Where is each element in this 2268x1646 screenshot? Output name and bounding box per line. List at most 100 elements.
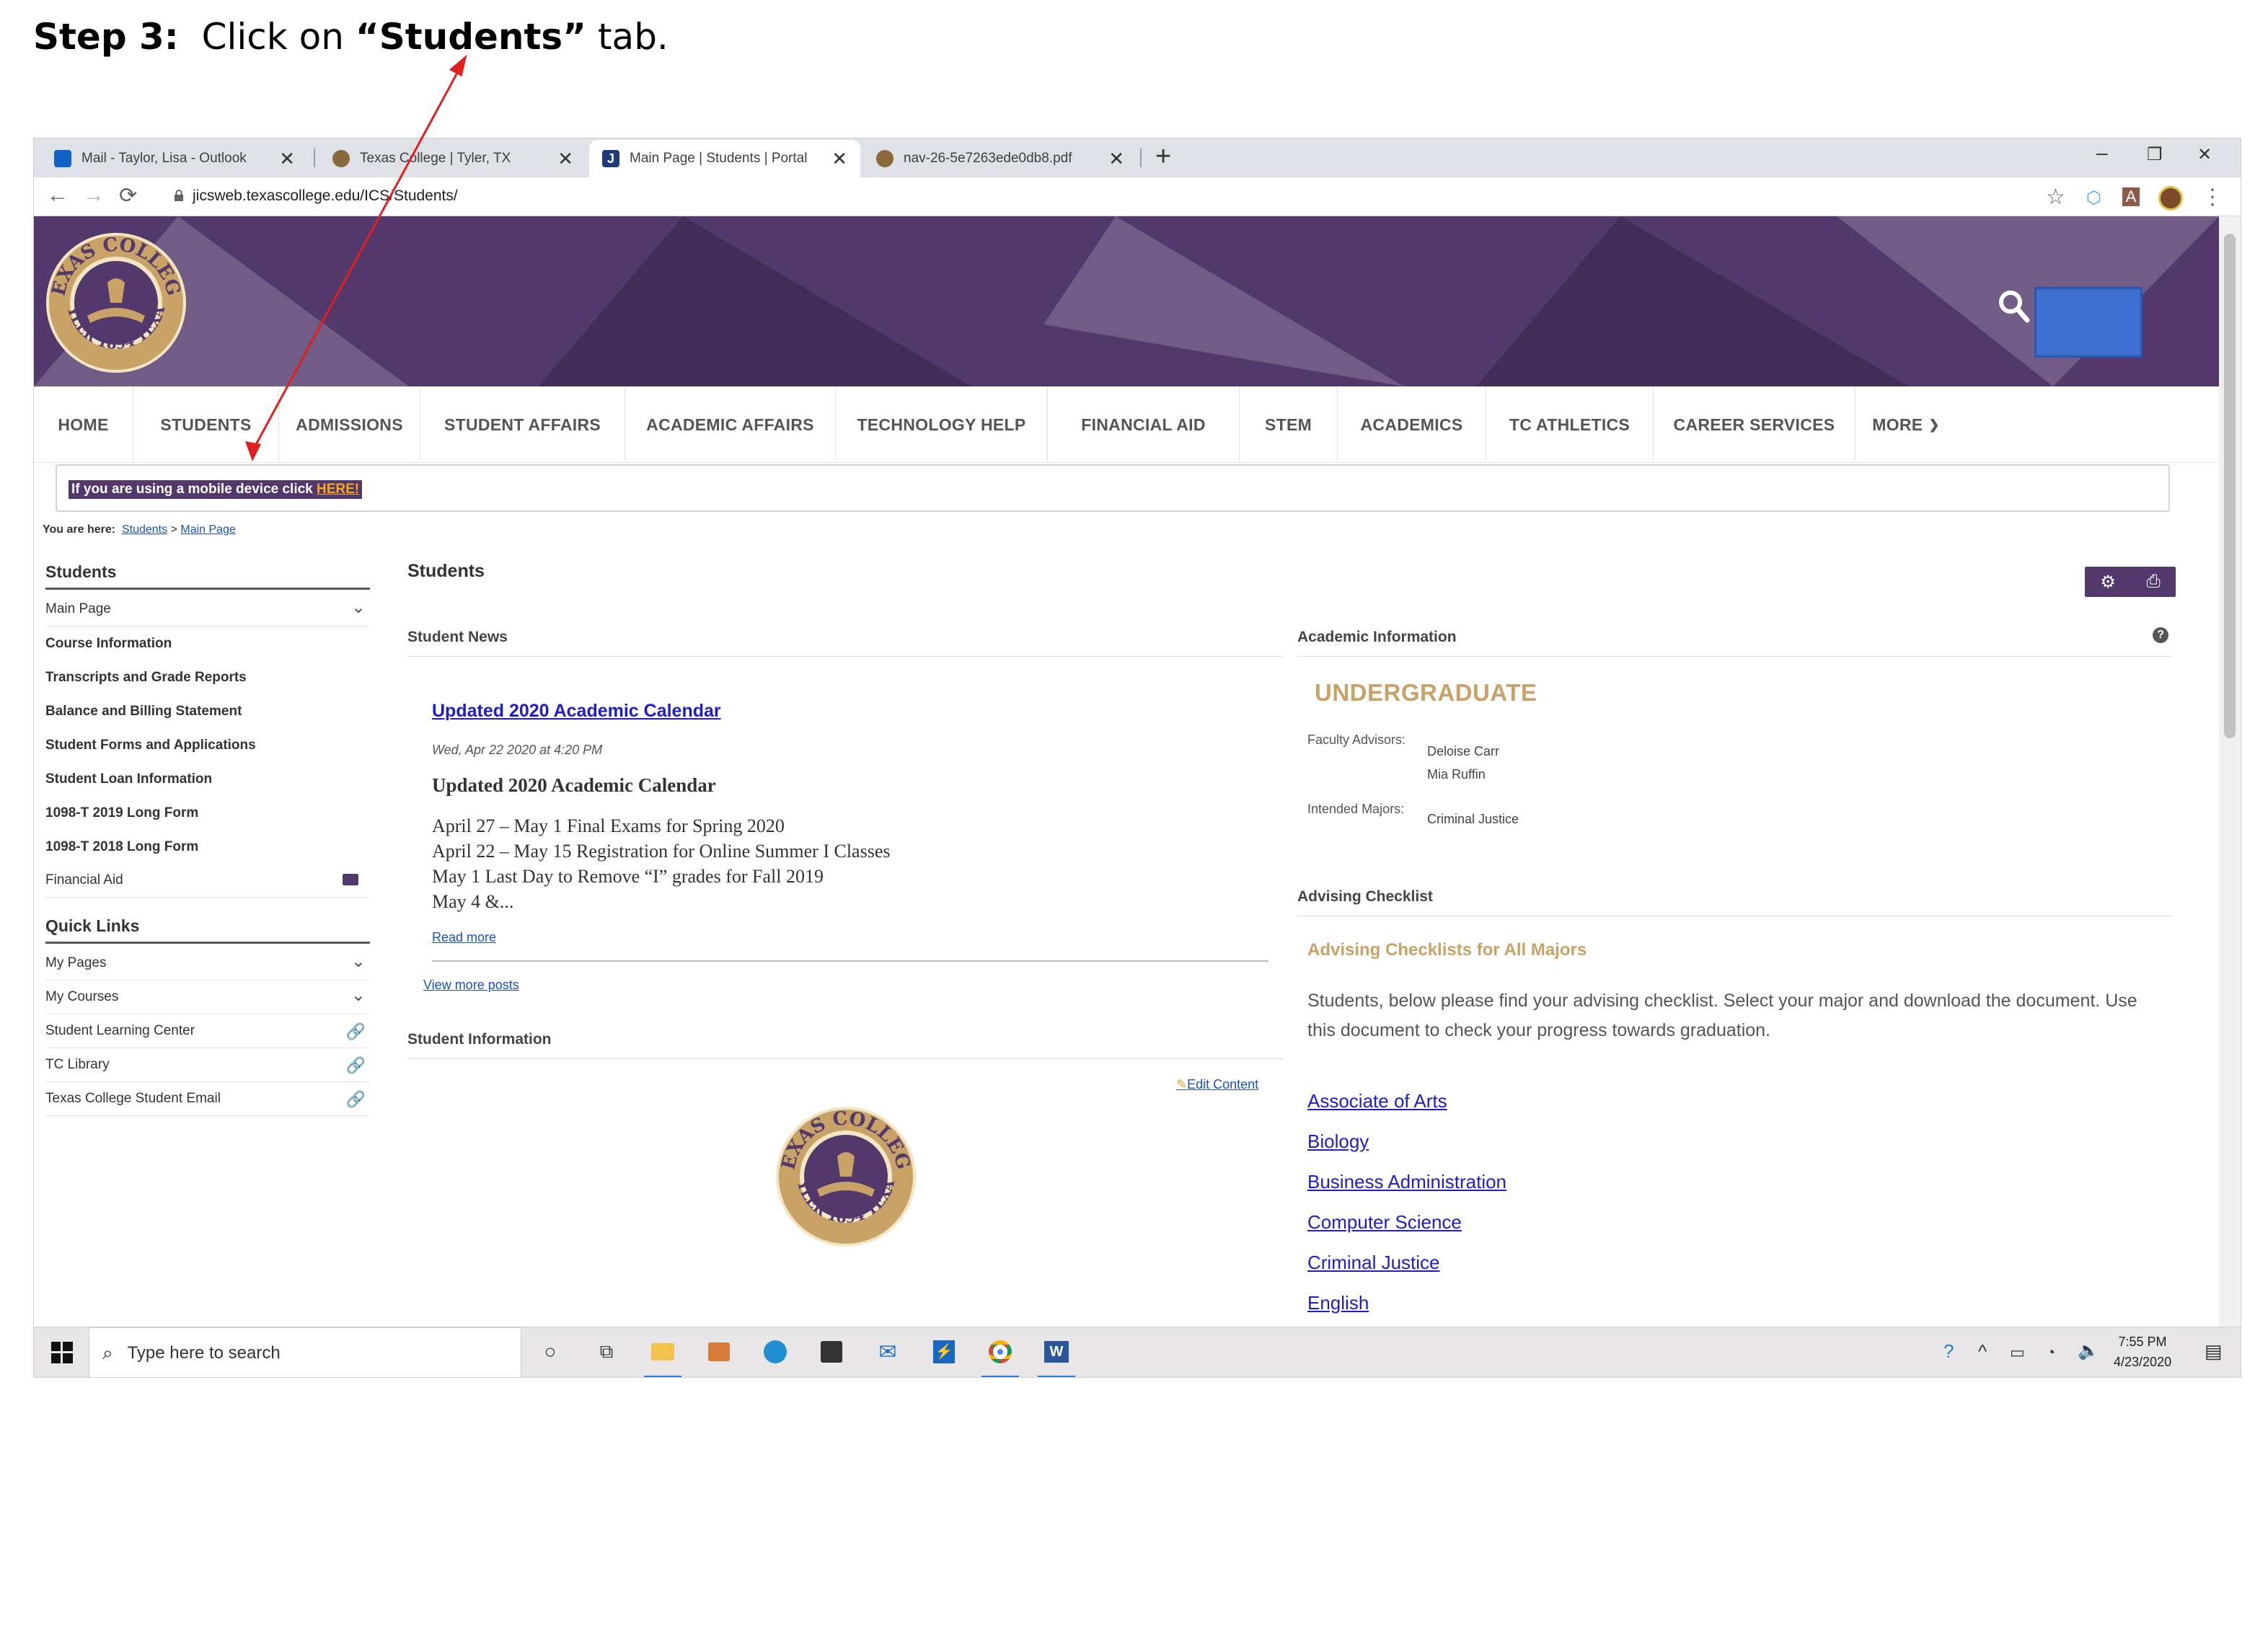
media-player-icon[interactable] (705, 1337, 733, 1366)
powershell-icon[interactable]: ⚡ (930, 1337, 958, 1366)
cortana-icon[interactable]: ○ (536, 1337, 565, 1366)
help-icon[interactable]: ? (2153, 627, 2168, 643)
nav-students[interactable]: STUDENTS (133, 386, 279, 463)
chevron-up-icon[interactable]: ^ (1978, 1340, 1987, 1363)
quick-link-learning-center[interactable]: Student Learning Center 🔗 (45, 1014, 370, 1048)
academic-information-header: Academic Information (1297, 629, 2171, 657)
sidebar-item-1098t-2018[interactable]: 1098-T 2018 Long Form (45, 830, 370, 864)
close-icon[interactable]: ✕ (1108, 148, 1124, 170)
major-link-english[interactable]: English (1307, 1292, 1369, 1314)
nav-more[interactable]: MORE ❯ (1856, 386, 1956, 463)
close-window-button[interactable]: ✕ (2197, 144, 2212, 165)
mobile-here-link[interactable]: HERE! (317, 482, 359, 497)
task-view-icon[interactable]: ⧉ (592, 1337, 621, 1366)
reload-icon[interactable]: ⟳ (119, 183, 137, 208)
view-more-posts-link[interactable]: View more posts (423, 978, 519, 993)
sidebar-item-financial-aid[interactable]: Financial Aid (45, 864, 370, 898)
restore-button[interactable]: ❐ (2147, 144, 2163, 165)
chevron-down-icon[interactable]: ⌄ (351, 951, 366, 972)
taskbar-clock[interactable]: 7:55 PM 4/23/2020 (2114, 1332, 2171, 1372)
nav-admissions[interactable]: ADMISSIONS (279, 386, 420, 463)
notifications-icon[interactable]: ▤ (2205, 1340, 2223, 1363)
nav-academics[interactable]: ACADEMICS (1338, 386, 1486, 463)
faculty-advisors-label: Faculty Advisors: (1307, 733, 1406, 747)
instruction-post: tab. (597, 16, 669, 58)
lock-icon (175, 190, 183, 201)
extension-icon[interactable]: ⬡ (2086, 187, 2101, 208)
sidebar-item-balance-billing[interactable]: Balance and Billing Statement (45, 694, 370, 728)
breadcrumb-main-page[interactable]: Main Page (180, 523, 236, 536)
browser-tab-main-page[interactable]: J Main Page | Students | Portal ✕ (589, 140, 860, 177)
nav-technology-help[interactable]: TECHNOLOGY HELP (836, 386, 1048, 463)
chrome-icon[interactable] (986, 1337, 1015, 1366)
nav-tc-athletics[interactable]: TC ATHLETICS (1486, 386, 1654, 463)
sidebar-item-course-information[interactable]: Course Information (45, 627, 370, 660)
file-explorer-icon[interactable] (648, 1337, 677, 1366)
back-arrow-icon[interactable]: ← (47, 183, 69, 208)
nav-home[interactable]: HOME (34, 386, 133, 463)
major-link-associate-of-arts[interactable]: Associate of Arts (1307, 1090, 1447, 1112)
windows-start-icon[interactable] (51, 1342, 73, 1363)
breadcrumb-separator: > (170, 523, 177, 536)
browser-tab-outlook[interactable]: Mail - Taylor, Lisa - Outlook ✕ (41, 140, 308, 177)
chevron-down-icon[interactable]: ⌄ (351, 597, 366, 618)
close-icon[interactable]: ✕ (279, 148, 295, 170)
page-scrollbar[interactable] (2219, 216, 2241, 1327)
pdf-extension-icon[interactable]: A (2122, 187, 2140, 206)
battery-icon[interactable]: ▭ (2010, 1343, 2025, 1362)
close-icon[interactable]: ✕ (831, 148, 847, 170)
wifi-icon[interactable]: ◔ (2046, 1343, 2055, 1362)
tab-strip: Mail - Taylor, Lisa - Outlook ✕ Texas Co… (34, 138, 2241, 177)
star-icon[interactable]: ☆ (2046, 185, 2065, 210)
major-link-biology[interactable]: Biology (1307, 1130, 1369, 1153)
sidebar-item-transcripts[interactable]: Transcripts and Grade Reports (45, 660, 370, 694)
word-icon[interactable]: W (1042, 1337, 1071, 1366)
mobile-notice-text: If you are using a mobile device click (71, 482, 317, 497)
quick-link-my-courses[interactable]: My Courses ⌄ (45, 981, 370, 1014)
nav-academic-affairs[interactable]: ACADEMIC AFFAIRS (625, 386, 836, 463)
major-link-business-administration[interactable]: Business Administration (1307, 1171, 1506, 1193)
sidebar-item-1098t-2019[interactable]: 1098-T 2019 Long Form (45, 796, 370, 830)
search-icon[interactable] (1998, 290, 2030, 323)
texas-college-seal-logo[interactable]: TEXAS COLLEGE TYLER 1894 TEXAS (44, 231, 188, 375)
menu-dots-icon[interactable]: ⋮ (2202, 185, 2223, 210)
store-icon[interactable] (817, 1337, 846, 1366)
url-field[interactable]: jicsweb.texascollege.edu/ICS/Students/ (193, 187, 458, 205)
edit-content-link[interactable]: ✎Edit Content (1176, 1077, 1258, 1092)
search-input[interactable] (2034, 287, 2143, 358)
browser-window: Mail - Taylor, Lisa - Outlook ✕ Texas Co… (33, 138, 2241, 1378)
quick-link-tc-library[interactable]: TC Library 🔗 (45, 1048, 370, 1082)
breadcrumb-students[interactable]: Students (122, 523, 167, 536)
browser-tab-texas-college[interactable]: Texas College | Tyler, TX ✕ (319, 140, 586, 177)
volume-icon[interactable]: 🔈 (2078, 1340, 2099, 1361)
mail-icon[interactable]: ✉ (873, 1337, 902, 1366)
avatar[interactable] (2158, 186, 2183, 211)
nav-career-services[interactable]: CAREER SERVICES (1654, 386, 1856, 463)
scrollbar-thumb[interactable] (2224, 234, 2236, 738)
taskbar-search-box[interactable]: ⌕ Type here to search (89, 1327, 521, 1377)
forward-arrow-icon[interactable]: → (83, 183, 105, 208)
print-icon[interactable]: ⎙ (2146, 572, 2160, 592)
quick-link-my-pages[interactable]: My Pages ⌄ (45, 947, 370, 981)
major-link-criminal-justice[interactable]: Criminal Justice (1307, 1252, 1440, 1274)
sidebar-item-student-loan[interactable]: Student Loan Information (45, 762, 370, 796)
close-icon[interactable]: ✕ (557, 148, 573, 170)
sidebar-item-student-forms[interactable]: Student Forms and Applications (45, 728, 370, 762)
read-more-link[interactable]: Read more (432, 930, 496, 945)
chevron-down-icon[interactable]: ⌄ (351, 985, 366, 1006)
sidebar-item-main-page[interactable]: Main Page ⌄ (45, 593, 370, 627)
gear-icon[interactable]: ⚙ (2100, 572, 2116, 593)
texas-college-seal-image: TEXAS COLLEGE TYLER 1894 TEXAS (774, 1105, 916, 1247)
help-tray-icon[interactable]: ? (1943, 1340, 1954, 1363)
news-post-link[interactable]: Updated 2020 Academic Calendar (432, 701, 721, 722)
major-link-computer-science[interactable]: Computer Science (1307, 1211, 1462, 1234)
browser-tab-pdf[interactable]: nav-26-5e7263ede0db8.pdf ✕ (863, 140, 1137, 177)
quick-link-student-email[interactable]: Texas College Student Email 🔗 (45, 1082, 370, 1116)
edge-icon[interactable] (761, 1337, 790, 1366)
nav-stem[interactable]: STEM (1240, 386, 1338, 463)
nav-financial-aid[interactable]: FINANCIAL AID (1048, 386, 1240, 463)
nav-student-affairs[interactable]: STUDENT AFFAIRS (420, 386, 625, 463)
minimize-button[interactable]: – (2096, 141, 2108, 164)
new-tab-button[interactable]: + (1155, 141, 1171, 172)
sidebar-item-label: 1098-T 2019 Long Form (45, 805, 199, 820)
